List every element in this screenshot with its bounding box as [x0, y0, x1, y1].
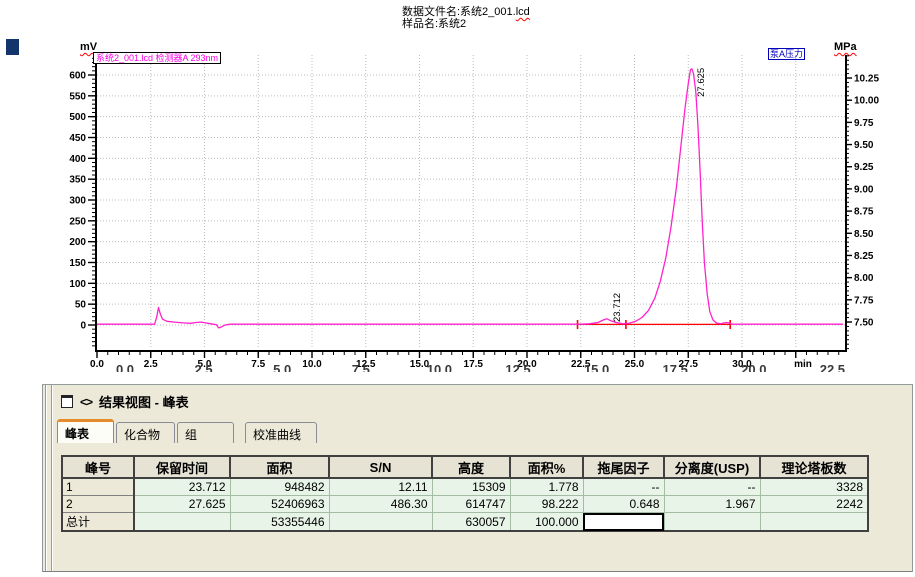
svg-text:8.50: 8.50 [854, 229, 874, 240]
svg-text:7.75: 7.75 [854, 295, 874, 306]
second-chart-axis-strip: 0.0 2.5 5.0 7.5 10.0 12.5 15.0 17.5 20.0 22.5 [0, 362, 915, 372]
column-header[interactable]: 峰号 [62, 456, 134, 478]
svg-text:9.25: 9.25 [854, 162, 874, 173]
restore-window-icon[interactable] [61, 395, 73, 408]
svg-text:8.75: 8.75 [854, 207, 874, 218]
svg-text:9.00: 9.00 [854, 184, 874, 195]
row-header[interactable]: 总计 [62, 513, 134, 532]
code-icon[interactable]: <> [80, 395, 92, 409]
column-header[interactable]: 分离度(USP) [664, 456, 760, 478]
svg-text:8.25: 8.25 [854, 251, 874, 262]
column-header[interactable]: 高度 [432, 456, 510, 478]
selected-cell[interactable] [583, 513, 664, 532]
row-header[interactable]: 1 [62, 478, 134, 496]
results-tab[interactable]: 峰表 [57, 419, 114, 443]
clipped-axis-label: 17.5 [663, 362, 688, 372]
results-tab[interactable]: 化合物 [116, 422, 175, 443]
table-cell[interactable]: 15309 [432, 478, 510, 496]
clipped-axis-label: 7.5 [352, 362, 370, 372]
table-cell[interactable]: 1.967 [664, 496, 760, 513]
results-panel: <> 结果视图 - 峰表 峰表化合物组校准曲线 峰号保留时间面积S/N高度面积%… [42, 384, 913, 572]
table-cell[interactable] [329, 513, 432, 532]
column-header[interactable]: 理论塔板数 [760, 456, 868, 478]
peak-retention-label: 23.712 [612, 293, 623, 322]
column-header[interactable]: 保留时间 [134, 456, 230, 478]
svg-text:10.25: 10.25 [854, 74, 879, 85]
svg-text:150: 150 [69, 258, 86, 269]
table-cell[interactable]: 3328 [760, 478, 868, 496]
results-tab[interactable]: 校准曲线 [245, 422, 317, 443]
svg-text:350: 350 [69, 175, 86, 186]
svg-text:7.50: 7.50 [854, 318, 874, 329]
table-cell[interactable]: 2242 [760, 496, 868, 513]
table-cell[interactable]: 614747 [432, 496, 510, 513]
table-cell[interactable] [664, 513, 760, 532]
application-window: 数据文件名:系统2_001.lcd 样品名:系统2 mV MPa 0501001… [0, 0, 915, 577]
svg-text:600: 600 [69, 71, 86, 82]
svg-text:10.00: 10.00 [854, 96, 879, 107]
table-cell[interactable]: -- [583, 478, 664, 496]
svg-text:50: 50 [75, 300, 87, 311]
table-cell[interactable]: 486.30 [329, 496, 432, 513]
peak-table: 峰号保留时间面积S/N高度面积%拖尾因子分离度(USP)理论塔板数 123.712… [61, 455, 869, 532]
results-tab[interactable]: 组 [177, 422, 234, 443]
table-cell[interactable]: 23.712 [134, 478, 230, 496]
svg-text:500: 500 [69, 112, 86, 123]
table-cell[interactable]: 0.648 [583, 496, 664, 513]
svg-text:550: 550 [69, 91, 86, 102]
results-view-titlebar: <> 结果视图 - 峰表 [61, 392, 189, 411]
table-cell[interactable]: 12.11 [329, 478, 432, 496]
column-header[interactable]: 面积 [230, 456, 329, 478]
table-cell[interactable]: 27.625 [134, 496, 230, 513]
column-header[interactable]: S/N [329, 456, 432, 478]
table-cell[interactable]: -- [664, 478, 760, 496]
table-row: 总计 53355446 630057100.000 [62, 513, 868, 532]
peak-retention-label: 27.625 [696, 68, 707, 97]
table-cell[interactable]: 948482 [230, 478, 329, 496]
clipped-axis-label: 0.0 [116, 362, 134, 372]
clipped-axis-label: 20.0 [741, 362, 766, 372]
table-cell[interactable]: 53355446 [230, 513, 329, 532]
table-cell[interactable]: 52406963 [230, 496, 329, 513]
clipped-axis-label: 5.0 [273, 362, 291, 372]
table-cell[interactable]: 630057 [432, 513, 510, 532]
svg-text:0: 0 [80, 321, 86, 332]
svg-text:100: 100 [69, 279, 86, 290]
panel-splitter[interactable] [45, 385, 46, 571]
table-cell[interactable]: 100.000 [510, 513, 583, 532]
table-cell[interactable] [134, 513, 230, 532]
column-header[interactable]: 面积% [510, 456, 583, 478]
table-cell[interactable]: 1.778 [510, 478, 583, 496]
trace-legend-label[interactable]: 系统2_001.lcd 检测器A 293nm [93, 52, 221, 64]
row-header[interactable]: 2 [62, 496, 134, 513]
results-view-title: 结果视图 - 峰表 [99, 392, 189, 411]
peak-table-container: 峰号保留时间面积S/N高度面积%拖尾因子分离度(USP)理论塔板数 123.712… [61, 455, 869, 532]
pump-pressure-label: 泵A压力 [768, 48, 805, 60]
svg-text:200: 200 [69, 237, 86, 248]
column-header[interactable]: 拖尾因子 [583, 456, 664, 478]
results-tabs: 峰表化合物组校准曲线 [57, 419, 319, 443]
svg-text:9.75: 9.75 [854, 118, 874, 129]
table-row: 227.62552406963486.3061474798.2220.6481.… [62, 496, 868, 513]
table-cell[interactable] [760, 513, 868, 532]
clipped-axis-label: 15.0 [584, 362, 609, 372]
clipped-axis-label: 22.5 [820, 362, 845, 372]
panel-splitter[interactable] [51, 385, 52, 571]
svg-text:9.50: 9.50 [854, 140, 874, 151]
table-row: 123.71294848212.11153091.778----3328 [62, 478, 868, 496]
clipped-axis-label: 2.5 [195, 362, 213, 372]
clipped-axis-label: 12.5 [505, 362, 530, 372]
svg-text:400: 400 [69, 154, 86, 165]
table-cell[interactable]: 98.222 [510, 496, 583, 513]
svg-text:8.00: 8.00 [854, 273, 874, 284]
svg-text:450: 450 [69, 133, 86, 144]
svg-text:250: 250 [69, 216, 86, 227]
svg-text:300: 300 [69, 196, 86, 207]
clipped-axis-label: 10.0 [427, 362, 452, 372]
